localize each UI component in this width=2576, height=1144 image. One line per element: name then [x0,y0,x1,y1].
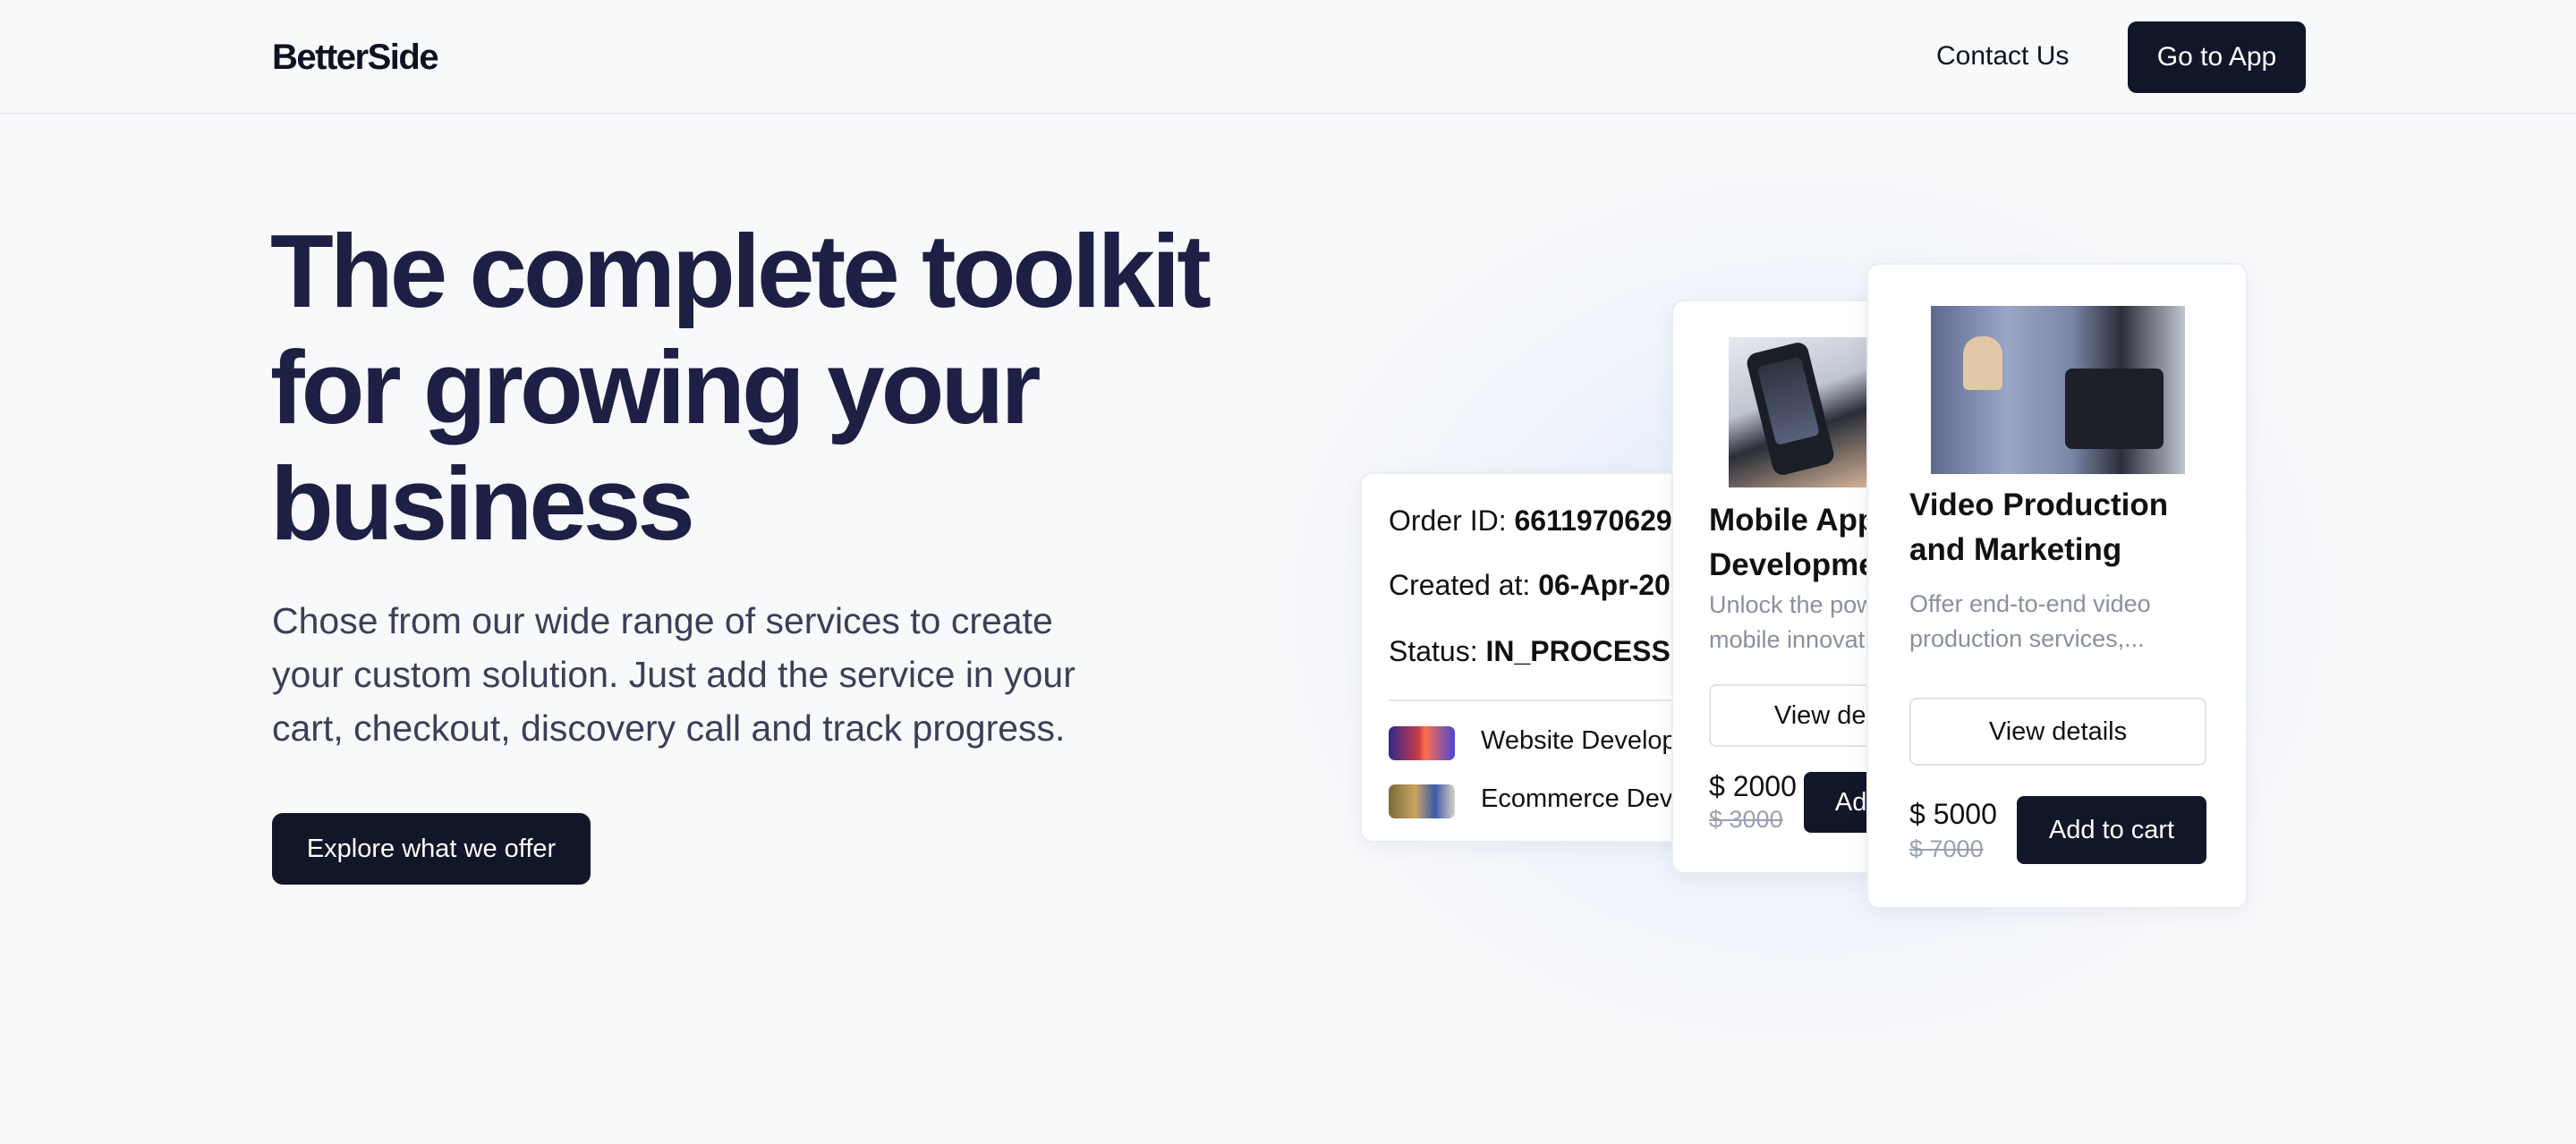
service-title: Video Production and Marketing [1909,483,2232,572]
status-row: Status: IN_PROCESS [1389,635,1671,668]
camera-illustration [2065,369,2164,449]
service-title-line: and Marketing [1909,532,2122,567]
hero-title: The complete toolkit for growing your bu… [270,213,1254,562]
presenter-illustration [1963,336,2002,390]
website-thumbnail [1389,726,1455,760]
service-description: Offer end-to-end video production servic… [1909,587,2232,657]
hero-title-line: business [270,445,695,562]
video-production-image [1931,306,2185,474]
service-price: $ 5000 [1909,798,1997,830]
service-description: Unlock the power of mobile innovation... [1709,588,1884,657]
status-value: IN_PROCESS [1485,635,1671,667]
service-title-line: Video Production [1909,487,2169,522]
service-old-price: $ 3000 [1709,806,1783,833]
hero-subtitle-line: Chose from our wide range of services to… [272,600,1053,641]
view-details-button[interactable]: View details [1909,698,2206,766]
service-card-mobile-app: Mobile App Development Unlock the power … [1671,300,1886,874]
service-title-line: Development [1709,547,1886,582]
phone-illustration [1745,340,1836,478]
service-card-video-production: Video Production and Marketing Offer end… [1866,263,2248,909]
brand-logo[interactable]: BetterSide [272,38,439,78]
service-desc-line: Offer end-to-end video [1909,590,2151,617]
view-details-button[interactable]: View details [1709,684,1884,747]
ecommerce-thumbnail [1389,784,1455,818]
created-at-row: Created at: 06-Apr-2024 [1389,569,1702,602]
hero-title-line: for growing your [270,329,1041,445]
service-desc-line: mobile innovation... [1709,626,1884,653]
service-title-line: Mobile App [1709,503,1877,538]
explore-offer-button[interactable]: Explore what we offer [272,813,591,885]
hero-title-line: The complete toolkit [270,213,1211,329]
status-label: Status: [1389,635,1478,667]
go-to-app-button[interactable]: Go to App [2128,21,2306,93]
order-id-row: Order ID: 66119706296 [1389,504,1688,538]
order-id-label: Order ID: [1389,504,1507,537]
add-to-cart-button[interactable]: Add to cart [2017,796,2206,864]
hero-subtitle: Chose from our wide range of services to… [272,594,1149,755]
service-desc-line: production services,... [1909,625,2145,652]
contact-us-link[interactable]: Contact Us [1936,41,2069,72]
service-desc-line: Unlock the power of [1709,591,1884,618]
order-id-value: 66119706296 [1514,504,1688,537]
service-old-price: $ 7000 [1909,835,1984,862]
service-price: $ 2000 [1709,770,1797,802]
hero-subtitle-line: your custom solution. Just add the servi… [272,654,1075,695]
hero-subtitle-line: cart, checkout, discovery call and track… [272,708,1066,749]
mobile-app-image [1729,337,1872,487]
created-at-label: Created at: [1389,569,1531,601]
top-nav: BetterSide Contact Us Go to App [0,0,2576,114]
service-title: Mobile App Development [1709,498,1886,588]
